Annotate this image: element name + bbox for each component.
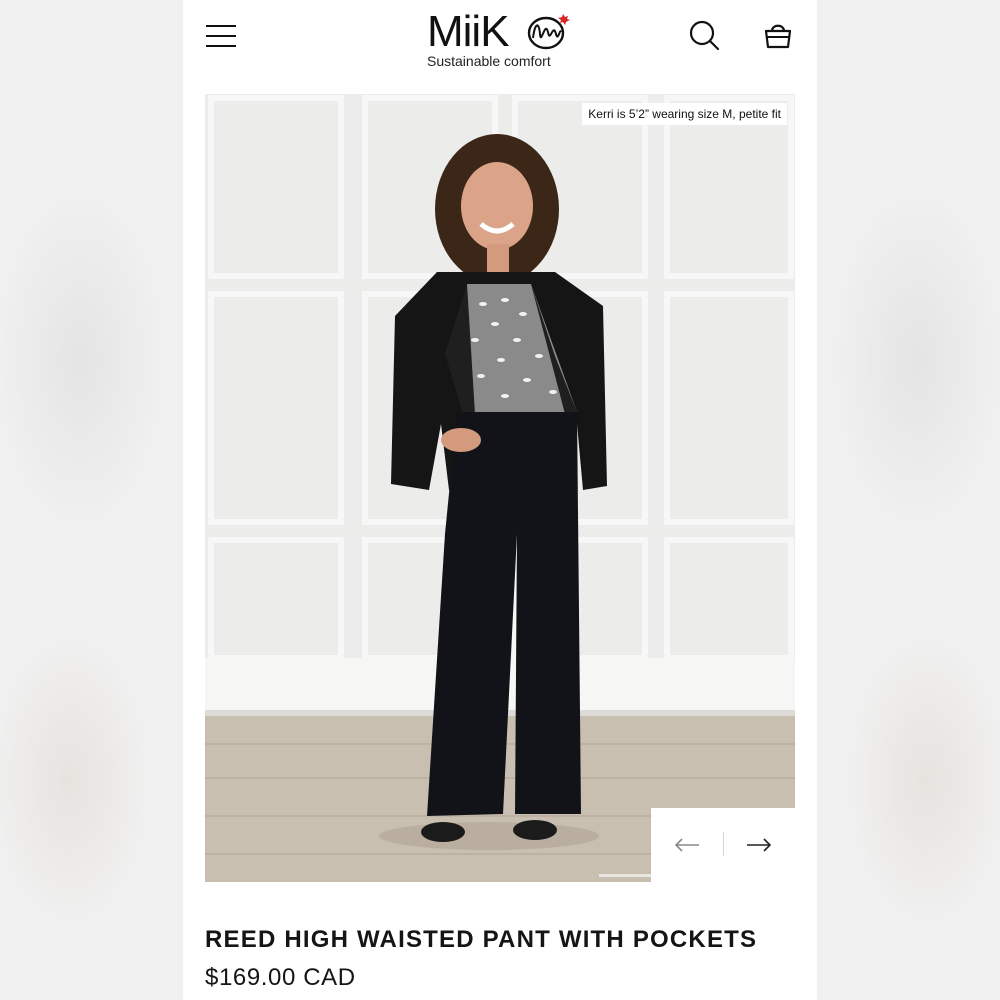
search-icon [689,20,720,51]
left-background [0,0,183,1000]
gallery-progress-indicator [599,874,651,877]
arrow-left-icon [674,838,699,852]
arrow-right-icon [747,838,772,852]
product-page: MiiK Sustainable comfort Kerri is 5’2” w… [183,0,817,1000]
logo-wordmark: MiiK [427,7,510,56]
product-photo [205,94,795,882]
product-price: $169.00 CAD [205,964,356,991]
gallery-navigation [651,808,795,882]
model-size-caption: Kerri is 5’2” wearing size M, petite fit [582,103,787,125]
product-title: REED HIGH WAISTED PANT WITH POCKETS [205,926,758,953]
hamburger-menu-icon [206,25,236,47]
shopping-bag-icon [764,24,792,49]
site-header: MiiK Sustainable comfort [183,0,817,80]
search-button[interactable] [687,18,721,52]
brand-logo[interactable]: MiiK Sustainable comfort [423,6,583,70]
menu-button[interactable] [205,22,237,50]
right-background [817,0,1000,1000]
product-image-gallery[interactable]: Kerri is 5’2” wearing size M, petite fit [205,94,795,882]
previous-image-button[interactable] [651,808,723,882]
cart-button[interactable] [761,18,795,52]
next-image-button[interactable] [723,808,795,882]
logo-swirl-icon [527,14,570,50]
logo-tagline: Sustainable comfort [427,53,551,69]
